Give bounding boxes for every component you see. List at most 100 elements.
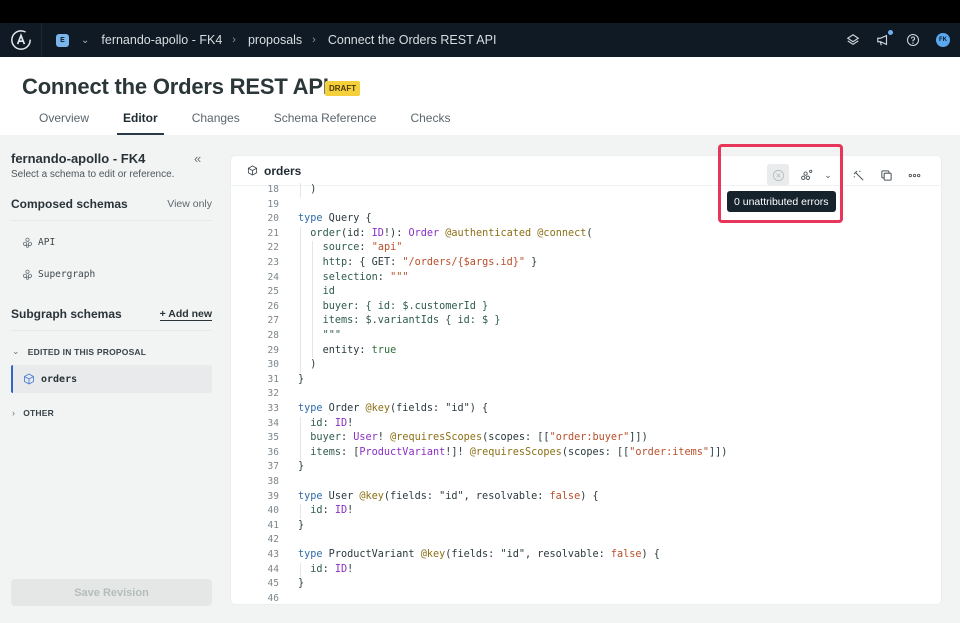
code-line[interactable]: 33 type Order @key(fields: "id") { [231, 402, 941, 417]
schema-item-supergraph[interactable]: Supergraph [22, 269, 95, 280]
indent-guide [312, 314, 314, 329]
code-token: Order [322, 403, 366, 414]
code-line[interactable]: 25 id [231, 285, 941, 300]
code-line[interactable]: 21 order(id: ID!): Order @authenticated @… [231, 226, 941, 242]
code-line[interactable]: 34 id: ID! [231, 416, 941, 432]
schema-item-label: API [38, 237, 56, 248]
megaphone-icon[interactable] [876, 30, 893, 47]
code-text: http: { GET: "/orders/{$args.id}" } [323, 256, 538, 271]
code-token: type [298, 549, 323, 560]
code-line[interactable]: 28 """ [231, 329, 941, 344]
line-number: 37 [267, 461, 279, 473]
code-token: (id: [340, 227, 372, 239]
chevron-right-icon: › [232, 34, 236, 46]
code-line[interactable]: 35 buyer: User! @requiresScopes(scopes: [… [231, 431, 941, 446]
indent-guide [300, 241, 301, 256]
schema-item-api[interactable]: API [22, 237, 55, 248]
code-token: } [298, 519, 305, 531]
indent-guide [312, 256, 314, 271]
code-line[interactable]: 37} [231, 460, 941, 475]
line-number: 36 [267, 446, 279, 458]
notification-dot [888, 30, 893, 35]
apollo-logo[interactable] [0, 23, 42, 57]
code-line[interactable]: 20 type Query { [231, 212, 941, 227]
code-line[interactable]: 29 entity: true [231, 343, 941, 359]
code-line[interactable]: 22 source: "api" [231, 241, 941, 256]
sidebar-subtitle: Select a schema to edit or reference. [11, 169, 175, 180]
tab-changes[interactable]: Changes [175, 108, 257, 135]
line-number: 18 [267, 184, 279, 195]
code-line[interactable]: 42 [231, 533, 941, 548]
collapse-sidebar-icon[interactable]: « [194, 151, 201, 166]
layers-icon[interactable] [846, 33, 860, 47]
code-line[interactable]: 46 [231, 592, 941, 604]
code-token: : [ [340, 446, 360, 458]
code-text: type Query { [298, 212, 372, 227]
code-token: : [359, 242, 372, 254]
code-text: type User @key(fields: "id", resolvable:… [298, 490, 599, 505]
line-number: 27 [267, 315, 279, 327]
code-token: selection [322, 271, 378, 283]
code-token: ) [310, 359, 317, 371]
view-only-label: View only [167, 198, 212, 210]
chevron-down-icon[interactable]: ⌄ [81, 35, 89, 46]
line-number: 19 [267, 198, 279, 210]
group-other[interactable]: › OTHER [12, 408, 54, 418]
code-token: ) { [469, 403, 489, 414]
code-token: id [310, 505, 323, 517]
code-token: id [322, 286, 335, 298]
tab-overview[interactable]: Overview [22, 108, 106, 135]
subgraph-item-label: orders [41, 373, 78, 385]
code-line[interactable]: 45} [231, 577, 941, 592]
subgraph-item-orders[interactable]: orders [11, 365, 212, 393]
breadcrumb-graph[interactable]: fernando-apollo - FK4 [101, 33, 222, 47]
code-line[interactable]: 43 type ProductVariant @key(fields: "id",… [231, 548, 941, 563]
indent-guide [312, 270, 314, 286]
code-token: } [298, 373, 305, 385]
code-line[interactable]: 27 items: $.variantIds { id: $ } [231, 314, 941, 329]
save-revision-button[interactable]: Save Revision [11, 579, 212, 606]
code-token: : [322, 563, 335, 575]
code-token: type [298, 490, 323, 502]
code-line[interactable]: 39 type User @key(fields: "id", resolvabl… [231, 490, 941, 505]
group-edited-in-proposal[interactable]: ⌄ EDITED IN THIS PROPOSAL [12, 346, 146, 357]
code-text: ) [310, 183, 316, 198]
code-line[interactable]: 41} [231, 519, 941, 534]
code-text: order(id: ID!): Order @authenticated @co… [310, 227, 592, 242]
line-number: 42 [267, 534, 279, 546]
org-badge[interactable]: E [56, 33, 69, 47]
code-text: items: $.variantIds { id: $ } [323, 314, 501, 329]
add-new-subgraph-link[interactable]: + Add new [159, 308, 212, 321]
close-circle-icon [772, 169, 784, 181]
code-line[interactable]: 31} [231, 373, 941, 388]
help-icon[interactable] [906, 33, 920, 47]
code-token: "id" [500, 549, 525, 560]
user-avatar[interactable]: FK [936, 33, 950, 47]
code-line[interactable]: 36 items: [ProductVariant!]! @requiresSco… [231, 445, 941, 461]
breadcrumb-proposals[interactable]: proposals [248, 33, 302, 47]
code-line[interactable]: 23 http: { GET: "/orders/{$args.id}" } [231, 256, 941, 271]
code-token: ) { [641, 549, 660, 560]
line-number: 41 [267, 519, 279, 531]
indent-guide [300, 445, 301, 461]
code-line[interactable]: 30) [231, 358, 941, 373]
code-text: } [298, 577, 304, 592]
code-text: id: ID! [310, 563, 353, 578]
line-number: 31 [267, 373, 279, 385]
line-number: 28 [267, 330, 279, 341]
code-line[interactable]: 26 buyer: { id: $.customerId } [231, 299, 941, 315]
line-number: 38 [267, 476, 279, 487]
tab-editor[interactable]: Editor [106, 108, 175, 135]
code-line[interactable]: 38 [231, 475, 941, 490]
code-text: buyer: { id: $.customerId } [323, 300, 489, 315]
code-line[interactable]: 24 selection: """ [231, 270, 941, 286]
chevron-down-icon[interactable]: ⌄ [821, 170, 835, 181]
more-horizontal-icon [908, 173, 920, 177]
code-line[interactable]: 32 [231, 387, 941, 402]
code-line[interactable]: 44 id: ID! [231, 562, 941, 578]
tab-schema-reference[interactable]: Schema Reference [257, 108, 394, 135]
code-line[interactable]: 40 id: ID! [231, 504, 941, 519]
code-token: ! [347, 563, 354, 575]
subgraph-schemas-title: Subgraph schemas [11, 307, 122, 321]
tab-checks[interactable]: Checks [393, 108, 467, 135]
